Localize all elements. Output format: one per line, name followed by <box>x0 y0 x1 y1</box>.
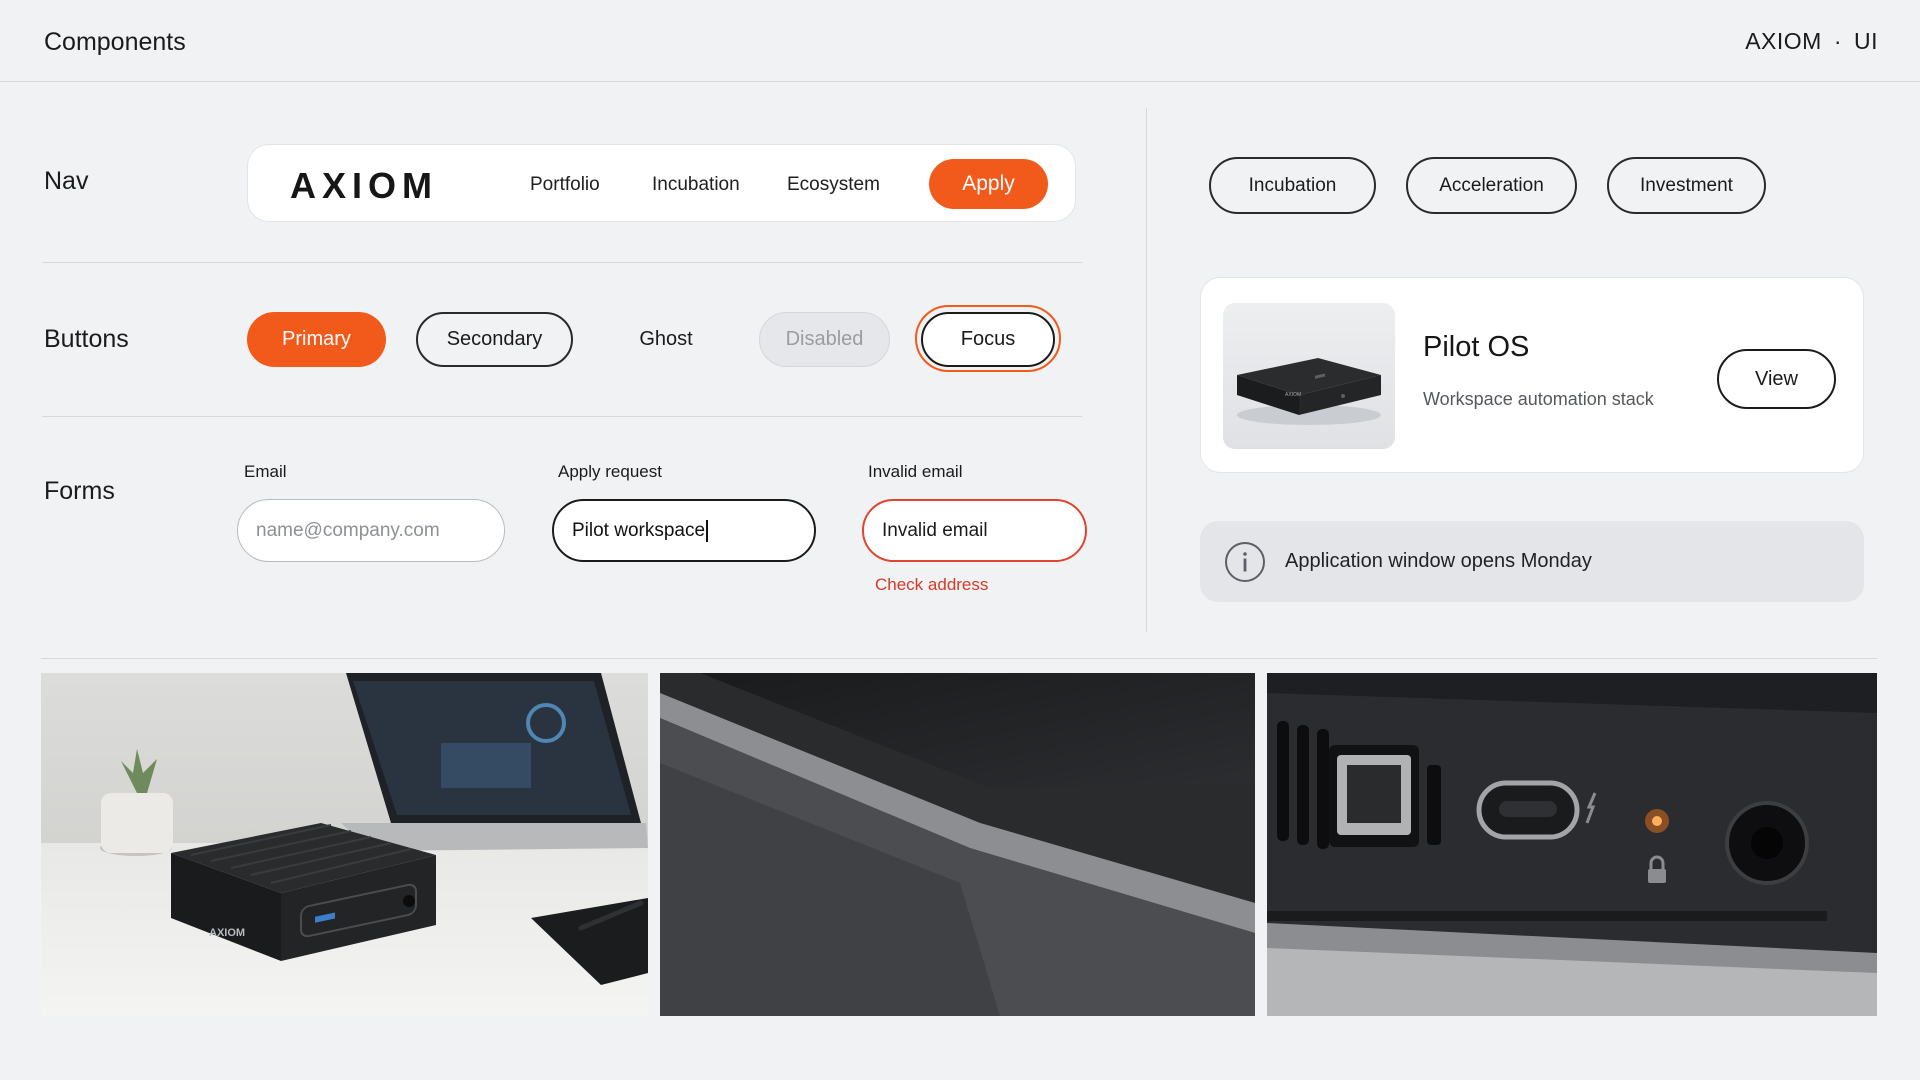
product-card: AXIOM Pilot OS Workspace automation stac… <box>1200 277 1864 473</box>
device-logo: AXIOM <box>209 927 245 939</box>
page-title: Components <box>44 28 186 56</box>
device-ports-closeup-photo <box>1267 673 1877 1016</box>
nav-link-ecosystem[interactable]: Ecosystem <box>787 174 880 196</box>
mini-pc-image: AXIOM <box>1237 358 1381 425</box>
email-placeholder: name@company.com <box>256 519 440 541</box>
section-label-forms: Forms <box>44 477 115 505</box>
brand-label: AXIOM · UI <box>1745 28 1878 55</box>
nav-logo[interactable]: AXIOM <box>290 165 438 207</box>
brand-separator: · <box>1833 28 1842 54</box>
brand-suffix: UI <box>1854 28 1878 54</box>
top-bar: Components AXIOM · UI <box>0 0 1920 82</box>
error-message: Check address <box>875 575 989 594</box>
info-alert: Application window opens Monday <box>1200 521 1864 602</box>
text-caret <box>706 519 709 542</box>
divider <box>42 262 1082 263</box>
info-icon <box>1225 542 1265 582</box>
primary-button[interactable]: Primary <box>247 312 386 367</box>
email-label: Email <box>244 462 287 481</box>
view-button[interactable]: View <box>1717 349 1836 409</box>
invalid-email-field[interactable]: Invalid email <box>862 499 1087 562</box>
chip-incubation[interactable]: Incubation <box>1209 157 1376 214</box>
product-thumbnail: AXIOM <box>1223 303 1395 449</box>
brand-name: AXIOM <box>1745 28 1822 54</box>
disabled-button: Disabled <box>759 312 890 367</box>
secondary-button[interactable]: Secondary <box>416 312 573 367</box>
divider <box>42 416 1082 417</box>
nav-link-incubation[interactable]: Incubation <box>652 174 740 196</box>
invalid-email-value: Invalid email <box>882 519 988 541</box>
chip-investment[interactable]: Investment <box>1607 157 1766 214</box>
chip-acceleration[interactable]: Acceleration <box>1406 157 1577 214</box>
thumb-logo: AXIOM <box>1285 392 1301 398</box>
section-label-nav: Nav <box>44 167 89 195</box>
nav-apply-button[interactable]: Apply <box>929 159 1048 209</box>
navbar-demo: AXIOM Portfolio Incubation Ecosystem App… <box>247 144 1076 222</box>
device-desk-photo: AXIOM <box>41 673 648 1016</box>
email-field[interactable]: name@company.com <box>237 499 505 562</box>
invalid-email-label: Invalid email <box>868 462 963 481</box>
apply-request-value: Pilot workspace <box>572 519 706 541</box>
focus-button[interactable]: Focus <box>921 312 1055 367</box>
product-name: Pilot OS <box>1423 331 1530 363</box>
apply-request-field[interactable]: Pilot workspace <box>552 499 816 562</box>
product-subtitle: Workspace automation stack <box>1423 389 1654 409</box>
device-edge-closeup-photo <box>660 673 1255 1016</box>
ghost-button[interactable]: Ghost <box>611 312 721 367</box>
apply-request-label: Apply request <box>558 462 662 481</box>
alert-text: Application window opens Monday <box>1285 550 1592 572</box>
nav-link-portfolio[interactable]: Portfolio <box>530 174 600 196</box>
divider <box>41 658 1877 659</box>
section-label-buttons: Buttons <box>44 325 129 353</box>
column-divider <box>1146 108 1147 632</box>
